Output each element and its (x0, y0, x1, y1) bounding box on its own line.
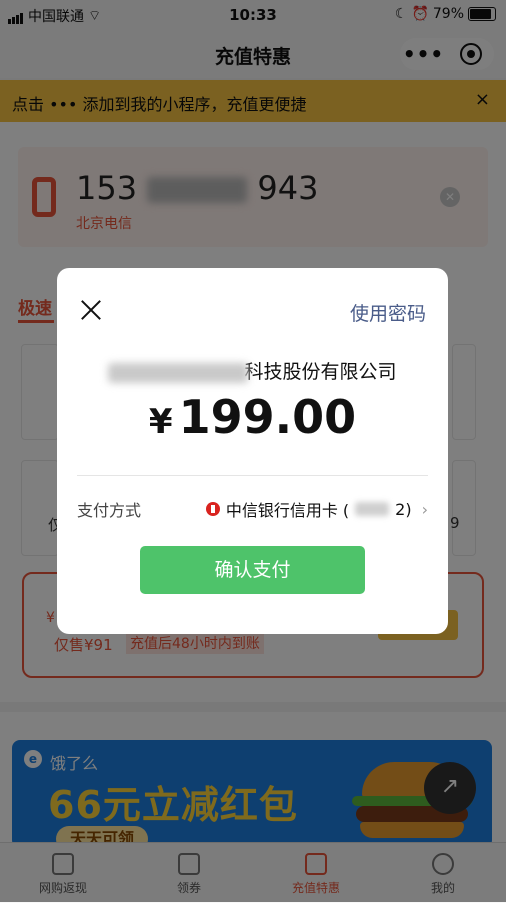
dialog-divider (77, 475, 428, 476)
pay-method-bank: 中信银行信用卡 ( (225, 501, 350, 520)
confirm-pay-button[interactable]: 确认支付 (140, 546, 365, 594)
payment-dialog: 使用密码 科技股份有限公司 ¥199.00 支付方式 中信银行信用卡 ( 2) ›… (57, 268, 448, 634)
chevron-right-icon: › (421, 499, 428, 519)
close-icon[interactable] (79, 298, 103, 322)
use-password-link[interactable]: 使用密码 (350, 299, 426, 326)
merchant-name-mask (108, 362, 249, 383)
currency-symbol: ¥ (148, 402, 173, 442)
amount-value: 199.00 (178, 390, 357, 444)
pay-method-label: 支付方式 (77, 501, 142, 520)
merchant-name: 科技股份有限公司 (57, 357, 448, 384)
pay-method-card-end: 2) (395, 499, 412, 519)
merchant-name-suffix: 科技股份有限公司 (244, 361, 397, 383)
bank-logo-icon (205, 502, 220, 516)
card-number-mask (355, 502, 390, 516)
payment-amount: ¥199.00 (57, 390, 448, 444)
pay-method-selector[interactable]: 中信银行信用卡 ( 2) › (205, 497, 428, 521)
